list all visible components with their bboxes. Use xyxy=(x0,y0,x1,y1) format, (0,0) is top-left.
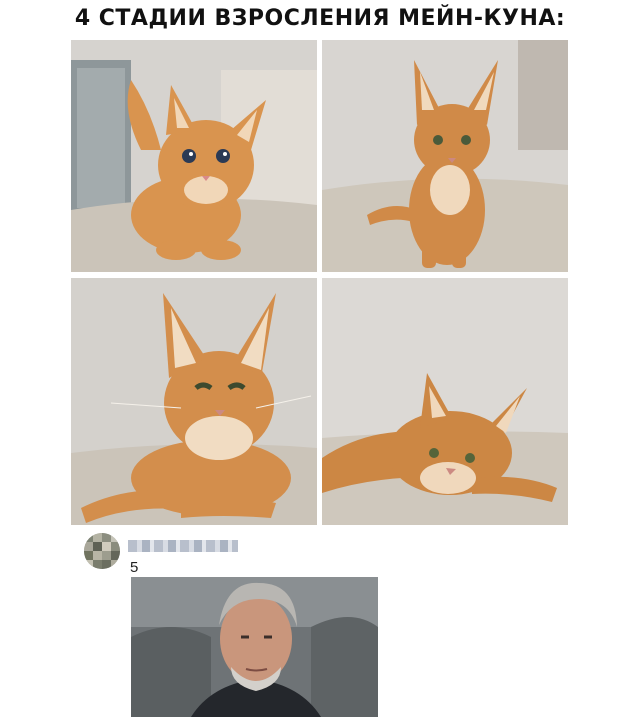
young-cat-illustration xyxy=(322,40,568,272)
post-title: 4 СТАДИИ ВЗРОСЛЕНИЯ МЕЙН-КУНА: xyxy=(74,6,566,31)
lying-cat-photo[interactable] xyxy=(322,278,568,525)
comment: 5 xyxy=(80,533,560,576)
lying-cat-illustration xyxy=(322,278,568,525)
photo-grid xyxy=(71,40,568,525)
avatar[interactable] xyxy=(84,533,120,569)
man-portrait-photo[interactable] xyxy=(131,577,378,717)
adult-cat-illustration xyxy=(71,278,317,525)
likes-count: 5 xyxy=(130,559,139,576)
man-portrait-illustration xyxy=(131,577,378,717)
young-cat-photo[interactable] xyxy=(322,40,568,272)
username-redacted[interactable] xyxy=(128,540,238,552)
kitten-illustration xyxy=(71,40,317,272)
kitten-photo[interactable] xyxy=(71,40,317,272)
adult-cat-photo[interactable] xyxy=(71,278,317,525)
